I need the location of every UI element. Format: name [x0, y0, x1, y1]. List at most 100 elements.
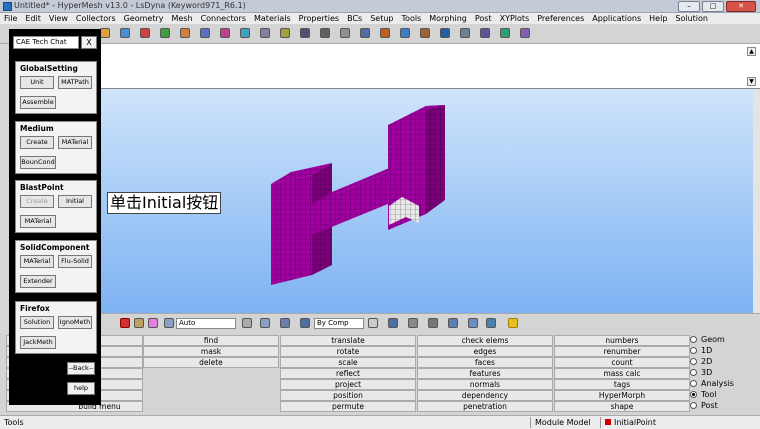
panel-rotate-button[interactable]: rotate: [280, 346, 416, 357]
panel-normals-button[interactable]: normals: [417, 379, 553, 390]
panel-mask-button[interactable]: mask: [143, 346, 279, 357]
wireframe-icon[interactable]: [368, 318, 378, 328]
panel-shape-button[interactable]: shape: [554, 401, 690, 412]
shell-icon[interactable]: [448, 318, 458, 328]
minimize-button[interactable]: –: [678, 1, 700, 12]
menu-properties[interactable]: Properties: [299, 13, 339, 24]
chat-solidcomponent-extender-button[interactable]: Extender: [20, 275, 56, 288]
chat-solidcomponent-flu-solid-button[interactable]: Flu-Solid: [58, 255, 92, 268]
panel-mass-calc-button[interactable]: mass calc: [554, 368, 690, 379]
lighting-icon[interactable]: [260, 318, 270, 328]
radio-tool[interactable]: Tool: [690, 390, 717, 399]
menu-view[interactable]: View: [49, 13, 68, 24]
panel-permute-button[interactable]: permute: [280, 401, 416, 412]
menu-xyplots[interactable]: XYPlots: [500, 13, 530, 24]
toolbar-tool-icon[interactable]: [520, 28, 530, 38]
menu-connectors[interactable]: Connectors: [201, 13, 246, 24]
chat-medium-bouncond-button[interactable]: BounCond: [20, 156, 56, 169]
toolbar-tool-icon[interactable]: [320, 28, 330, 38]
line-icon[interactable]: [408, 318, 418, 328]
toolbar-tool-icon[interactable]: [280, 28, 290, 38]
panel-position-button[interactable]: position: [280, 390, 416, 401]
close-button[interactable]: ✕: [726, 1, 756, 12]
scroll-up-icon[interactable]: ▲: [747, 47, 756, 56]
toolbar-tool-icon[interactable]: [200, 28, 210, 38]
toolbar-tool-icon[interactable]: [460, 28, 470, 38]
radio-dot-icon[interactable]: [690, 347, 697, 354]
menu-morphing[interactable]: Morphing: [429, 13, 467, 24]
toolbar-tool-icon[interactable]: [300, 28, 310, 38]
auto-dropdown[interactable]: Auto: [176, 318, 236, 329]
menu-file[interactable]: File: [4, 13, 17, 24]
chat-solidcomponent-material-button[interactable]: MATerial: [20, 255, 54, 268]
render-icon[interactable]: [280, 318, 290, 328]
toolbar-tool-icon[interactable]: [400, 28, 410, 38]
chat-firefox-ignometh-button[interactable]: IgnoMeth: [58, 316, 92, 329]
toolbar-tool-icon[interactable]: [180, 28, 190, 38]
maximize-button[interactable]: □: [702, 1, 724, 12]
chat-globalsetting-matpath-button[interactable]: MATPath: [58, 76, 92, 89]
plane-icon[interactable]: [428, 318, 438, 328]
radio-dot-icon[interactable]: [690, 369, 697, 376]
radio-1d[interactable]: 1D: [690, 346, 712, 355]
toolbar-tool-icon[interactable]: [340, 28, 350, 38]
panel-tags-button[interactable]: tags: [554, 379, 690, 390]
element-color-icon[interactable]: [300, 318, 310, 328]
toolbar-tool-icon[interactable]: [440, 28, 450, 38]
radio-dot-icon[interactable]: [690, 380, 697, 387]
toolbar-tool-icon[interactable]: [160, 28, 170, 38]
panel-dependency-button[interactable]: dependency: [417, 390, 553, 401]
panel-delete-button[interactable]: delete: [143, 357, 279, 368]
menu-setup[interactable]: Setup: [370, 13, 393, 24]
panel-hypermorph-button[interactable]: HyperMorph: [554, 390, 690, 401]
scroll-down-icon[interactable]: ▼: [747, 77, 756, 86]
panel-find-button[interactable]: find: [143, 335, 279, 346]
panel-reflect-button[interactable]: reflect: [280, 368, 416, 379]
chat-close-button[interactable]: X: [81, 36, 97, 49]
menu-geometry[interactable]: Geometry: [124, 13, 164, 24]
menu-solution[interactable]: Solution: [675, 13, 708, 24]
toolbar-tool-icon[interactable]: [220, 28, 230, 38]
panel-features-button[interactable]: features: [417, 368, 553, 379]
mask-icon[interactable]: [134, 318, 144, 328]
menu-collectors[interactable]: Collectors: [76, 13, 116, 24]
radio-dot-icon[interactable]: [690, 336, 697, 343]
toolbar-tool-icon[interactable]: [360, 28, 370, 38]
toolbar-tool-icon[interactable]: [380, 28, 390, 38]
menu-tools[interactable]: Tools: [402, 13, 422, 24]
chat-globalsetting-unit-button[interactable]: Unit: [20, 76, 54, 89]
chat-globalsetting-assemble-button[interactable]: Assemble: [20, 96, 56, 109]
chat-help-button[interactable]: help: [67, 382, 95, 395]
toolbar-tool-icon[interactable]: [260, 28, 270, 38]
chat-blastpoint-material-button[interactable]: MATerial: [20, 215, 56, 228]
radio-analysis[interactable]: Analysis: [690, 379, 734, 388]
panel-edges-button[interactable]: edges: [417, 346, 553, 357]
topology-icon[interactable]: [468, 318, 478, 328]
shading-icon[interactable]: [242, 318, 252, 328]
menu-bcs[interactable]: BCs: [347, 13, 362, 24]
menu-materials[interactable]: Materials: [254, 13, 291, 24]
monitor-icon[interactable]: [486, 318, 496, 328]
toolbar-tool-icon[interactable]: [240, 28, 250, 38]
star-icon[interactable]: [508, 318, 518, 328]
radio-geom[interactable]: Geom: [690, 335, 725, 344]
by-comp-dropdown[interactable]: By Comp: [314, 318, 364, 329]
display-mode-icon[interactable]: [164, 318, 174, 328]
toolbar-tool-icon[interactable]: [500, 28, 510, 38]
menu-mesh[interactable]: Mesh: [172, 13, 193, 24]
toolbar-tool-icon[interactable]: [140, 28, 150, 38]
toolbar-tool-icon[interactable]: [480, 28, 490, 38]
panel-check-elems-button[interactable]: check elems: [417, 335, 553, 346]
panel-project-button[interactable]: project: [280, 379, 416, 390]
radio-dot-icon[interactable]: [690, 391, 697, 398]
radio-3d[interactable]: 3D: [690, 368, 712, 377]
toolbar-tool-icon[interactable]: [100, 28, 110, 38]
radio-post[interactable]: Post: [690, 401, 718, 410]
toolbar-tool-icon[interactable]: [120, 28, 130, 38]
chat-back-button[interactable]: --Back--: [67, 362, 95, 375]
menu-preferences[interactable]: Preferences: [537, 13, 584, 24]
viewport-scrollbar[interactable]: [753, 89, 760, 313]
shaded-icon[interactable]: [388, 318, 398, 328]
find-icon[interactable]: [148, 318, 158, 328]
panel-faces-button[interactable]: faces: [417, 357, 553, 368]
